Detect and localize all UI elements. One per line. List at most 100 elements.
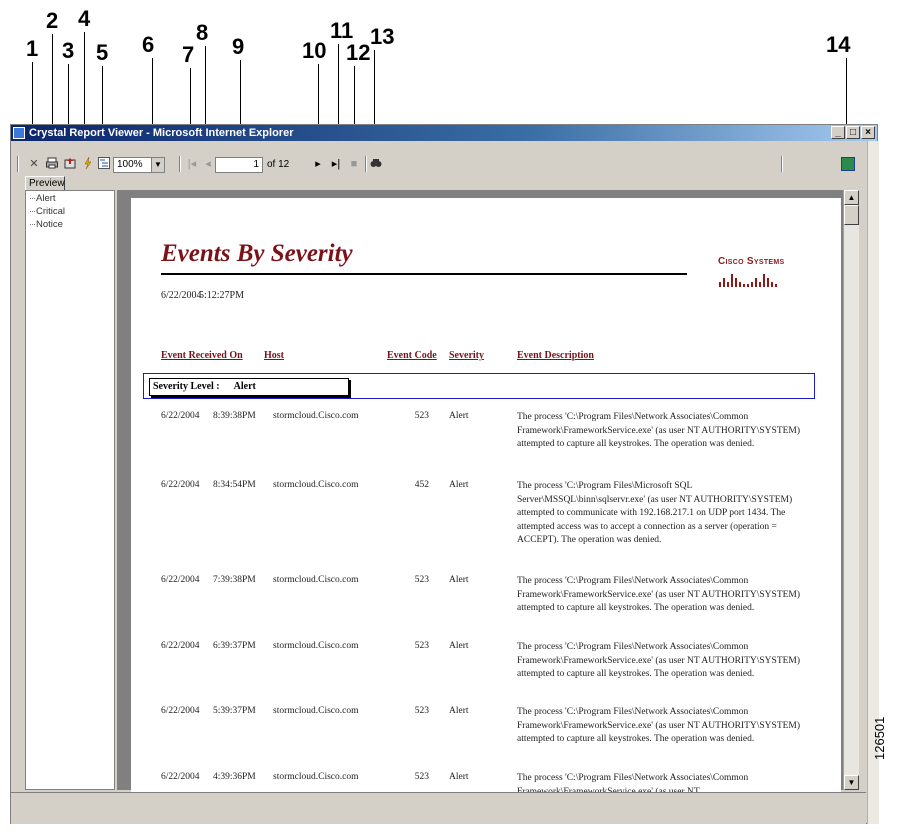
column-header-event-code: Event Code (387, 350, 437, 361)
row-code: 523 (414, 641, 429, 651)
callout-6: 6 (142, 32, 155, 57)
row-severity: Alert (449, 706, 469, 716)
previous-page-icon[interactable]: ◂ (201, 157, 215, 171)
toggle-group-tree-icon[interactable] (97, 157, 111, 171)
page-count-label: of 12 (267, 159, 290, 170)
row-date: 6/22/2004 (161, 480, 200, 490)
cisco-logo-text: Cisco Systems (718, 256, 785, 267)
first-page-icon[interactable]: |◂ (185, 157, 199, 171)
row-time: 7:39:38PM (213, 575, 256, 585)
report-date: 6/22/2004 (161, 290, 202, 301)
row-date: 6/22/2004 (161, 411, 200, 421)
row-severity: Alert (449, 641, 469, 651)
scroll-down-icon[interactable]: ▼ (844, 775, 859, 790)
row-time: 8:34:54PM (213, 480, 256, 490)
print-icon[interactable] (45, 157, 59, 171)
tree-item-alert[interactable]: Alert (30, 193, 56, 204)
report-scrollbar[interactable]: ▲ ▼ (843, 190, 859, 790)
row-time: 6:39:37PM (213, 641, 256, 651)
callout-10: 10 (302, 38, 327, 63)
row-host: stormcloud.Cisco.com (273, 480, 359, 490)
row-host: stormcloud.Cisco.com (273, 575, 359, 585)
window-title: Crystal Report Viewer - Microsoft Intern… (29, 127, 294, 139)
row-date: 6/22/2004 (161, 772, 200, 782)
row-description: The process 'C:\Program Files\Microsoft … (517, 481, 793, 545)
column-header-received-on: Event Received On (161, 350, 243, 361)
refresh-icon[interactable] (81, 156, 95, 171)
row-time: 4:39:36PM (213, 772, 256, 782)
callout-1: 1 (26, 36, 39, 61)
callout-11: 11 (330, 18, 354, 43)
tree-item-notice[interactable]: Notice (30, 219, 63, 230)
column-header-severity: Severity (449, 350, 484, 361)
row-description: The process 'C:\Program Files\Network As… (517, 707, 801, 744)
toolbar-separator (17, 156, 19, 172)
row-date: 6/22/2004 (161, 575, 200, 585)
search-icon[interactable] (369, 157, 383, 171)
minimize-button[interactable]: _ (831, 126, 845, 139)
row-code: 523 (414, 411, 429, 421)
tab-preview[interactable]: Preview (25, 176, 65, 190)
browser-window: Crystal Report Viewer - Microsoft Intern… (10, 124, 879, 824)
column-header-description: Event Description (517, 350, 594, 361)
callout-2: 2 (46, 8, 59, 33)
last-page-icon[interactable]: ▸| (329, 157, 343, 171)
title-bar: Crystal Report Viewer - Microsoft Intern… (11, 125, 877, 141)
zoom-value: 100% (117, 159, 143, 170)
row-severity: Alert (449, 411, 469, 421)
severity-level-label: Severity Level : (153, 381, 220, 392)
report-page: Events By Severity 6/22/2004 5:12:27PM C… (131, 198, 841, 798)
title-rule (161, 273, 687, 275)
callout-12: 12 (346, 40, 371, 65)
callout-4: 4 (78, 6, 91, 31)
row-date: 6/22/2004 (161, 706, 200, 716)
internet-explorer-icon (13, 127, 25, 139)
scroll-thumb[interactable] (844, 205, 859, 225)
window-controls: _ □ × (831, 126, 875, 139)
column-header-host: Host (264, 350, 284, 361)
severity-group-label: Severity Level : Alert (149, 378, 349, 396)
row-time: 8:39:38PM (213, 411, 256, 421)
crystal-logo-icon[interactable] (841, 157, 855, 171)
row-host: stormcloud.Cisco.com (273, 641, 359, 651)
row-description: The process 'C:\Program Files\Network As… (517, 642, 801, 679)
toolbar-separator (781, 156, 783, 172)
stop-loading-icon[interactable]: ■ (347, 157, 361, 171)
row-code: 523 (414, 706, 429, 716)
row-date: 6/22/2004 (161, 641, 200, 651)
close-button[interactable]: × (861, 126, 875, 139)
report-toolbar: ✕ 100% ▼ |◂ ◂ 1 of 12 ▸ ▸| ■ (11, 153, 866, 177)
row-severity: Alert (449, 575, 469, 585)
export-icon[interactable] (63, 157, 77, 171)
report-time: 5:12:27PM (199, 290, 245, 301)
next-page-icon[interactable]: ▸ (311, 157, 325, 171)
callout-7: 7 (182, 42, 195, 67)
callout-3: 3 (62, 38, 75, 63)
status-bar (11, 792, 866, 824)
row-description: The process 'C:\Program Files\Network As… (517, 412, 801, 449)
toolbar-separator (365, 156, 367, 172)
zoom-select[interactable]: 100% ▼ (113, 157, 165, 173)
maximize-button[interactable]: □ (846, 126, 860, 139)
row-severity: Alert (449, 772, 469, 782)
callout-9: 9 (232, 34, 245, 59)
severity-level-value: Alert (233, 381, 256, 392)
row-host: stormcloud.Cisco.com (273, 411, 359, 421)
row-code: 523 (414, 575, 429, 585)
toolbar-separator (179, 156, 181, 172)
chevron-down-icon[interactable]: ▼ (151, 158, 164, 172)
report-viewer: Events By Severity 6/22/2004 5:12:27PM C… (117, 190, 855, 798)
row-severity: Alert (449, 480, 469, 490)
row-code: 523 (414, 772, 429, 782)
callout-8: 8 (196, 20, 209, 45)
report-title: Events By Severity (161, 240, 353, 267)
callout-13: 13 (370, 24, 395, 49)
row-host: stormcloud.Cisco.com (273, 772, 359, 782)
tree-item-critical[interactable]: Critical (30, 206, 65, 217)
figure-number: 126501 (872, 716, 887, 760)
row-host: stormcloud.Cisco.com (273, 706, 359, 716)
scroll-up-icon[interactable]: ▲ (844, 190, 859, 205)
row-code: 452 (414, 480, 429, 490)
page-number-input[interactable]: 1 (215, 157, 263, 173)
close-view-icon[interactable]: ✕ (27, 157, 41, 171)
